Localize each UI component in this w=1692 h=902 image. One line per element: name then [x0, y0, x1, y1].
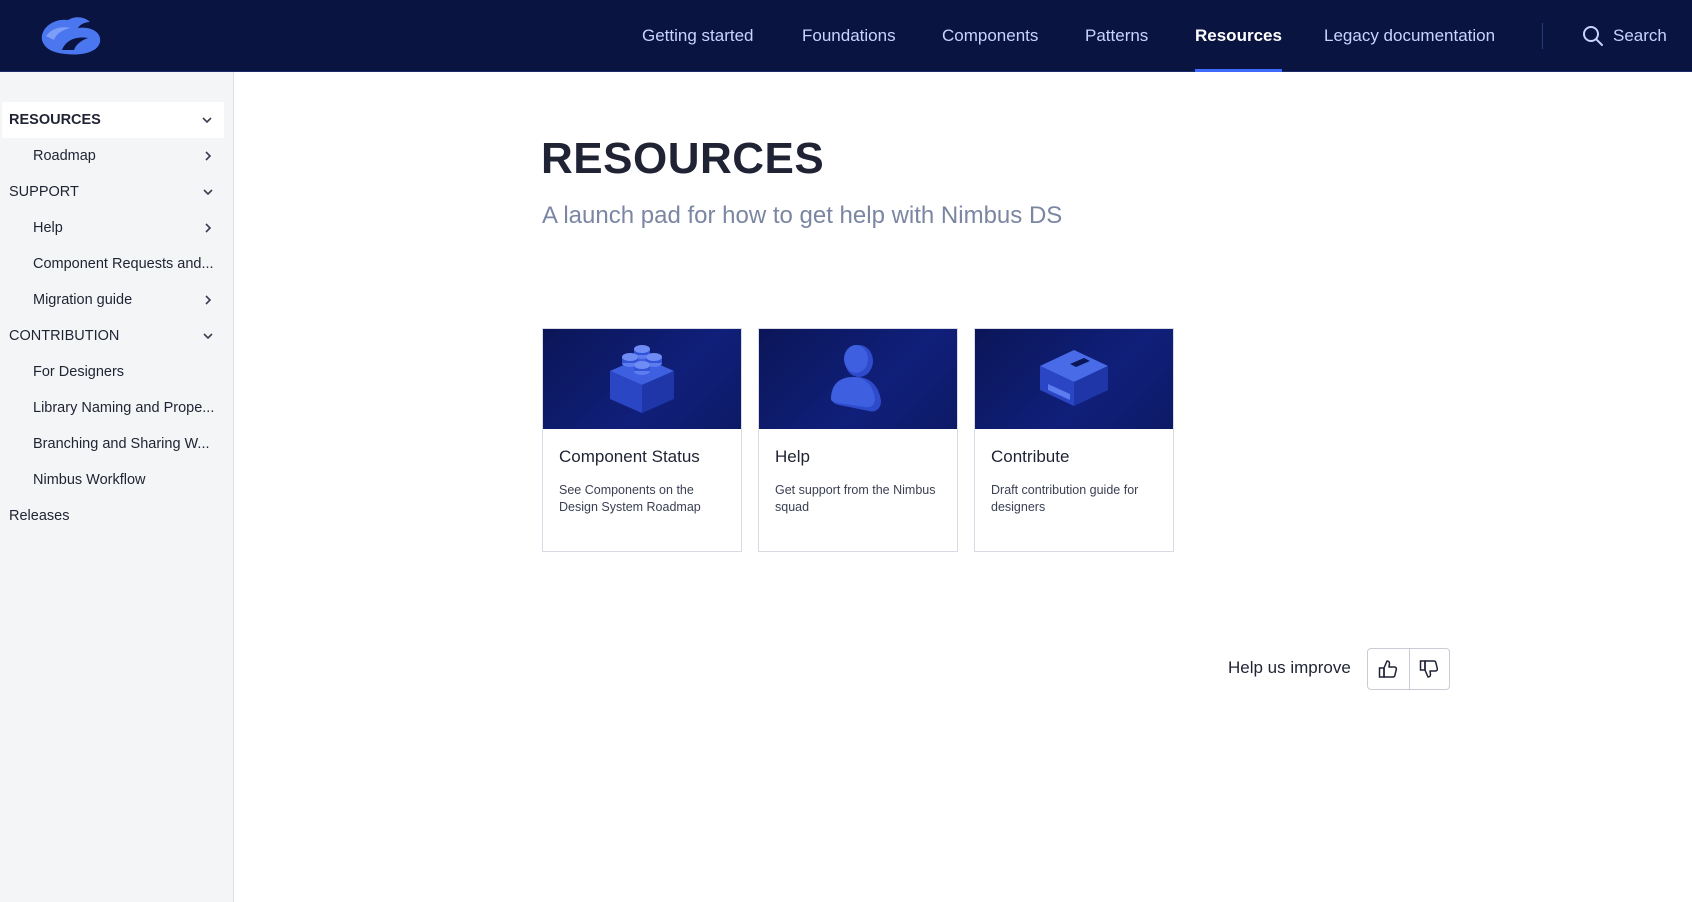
sidebar-item-label: Nimbus Workflow [33, 472, 146, 488]
chevron-down-icon [203, 333, 213, 340]
card-contribute[interactable]: Contribute Draft contribution guide for … [974, 328, 1174, 552]
sidebar-item-resources[interactable]: RESOURCES [2, 102, 224, 138]
chevron-right-icon [205, 295, 212, 305]
sidebar-item-label: Library Naming and Prope... [33, 400, 215, 416]
sidebar-item-label: Component Requests and... [33, 256, 214, 272]
page-subtitle: A launch pad for how to get help with Ni… [542, 202, 1063, 229]
search-label: Search [1613, 26, 1667, 45]
sidebar-item-branching-and-sharing[interactable]: Branching and Sharing W... [0, 426, 225, 462]
search-icon [1583, 26, 1603, 46]
sidebar-item-label: Help [33, 220, 63, 236]
sidebar-item-component-requests[interactable]: Component Requests and... [0, 246, 225, 282]
nav-foundations[interactable]: Foundations [802, 0, 896, 72]
sidebar-item-label: Releases [9, 508, 70, 524]
thumbs-down-icon [1420, 660, 1439, 678]
nav-getting-started[interactable]: Getting started [642, 0, 754, 72]
sidebar-item-label: RESOURCES [9, 112, 101, 128]
sidebar-item-label: Migration guide [33, 292, 133, 308]
chevron-right-icon [205, 151, 212, 161]
sidebar-item-label: SUPPORT [9, 184, 79, 200]
sidebar-item-library-naming[interactable]: Library Naming and Prope... [0, 390, 225, 426]
nav-legacy-documentation[interactable]: Legacy documentation [1324, 0, 1495, 72]
sidebar-item-label: For Designers [33, 364, 125, 380]
sidebar-item-label: Roadmap [33, 148, 96, 164]
lego-block-icon [610, 345, 674, 413]
sidebar-item-nimbus-workflow[interactable]: Nimbus Workflow [0, 462, 225, 498]
chevron-down-icon [202, 117, 212, 124]
thumbs-down-button[interactable] [1408, 649, 1450, 689]
sidebar-item-support[interactable]: SUPPORT [0, 174, 225, 210]
card-description: See Components on the Design System Road… [559, 483, 701, 514]
nav-patterns[interactable]: Patterns [1085, 0, 1148, 72]
card-description: Get support from the Nimbus squad [775, 483, 936, 514]
thumbs-up-icon [1379, 660, 1398, 678]
sidebar-item-for-designers[interactable]: For Designers [0, 354, 225, 390]
sidebar-item-migration-guide[interactable]: Migration guide [0, 282, 225, 318]
nav-divider [1542, 23, 1543, 49]
sidebar-item-help[interactable]: Help [0, 210, 225, 246]
card-title: Contribute [991, 447, 1070, 466]
sidebar: RESOURCES Roadmap SUPPORT Help Component… [0, 72, 234, 902]
search-button[interactable]: Search [1582, 0, 1667, 72]
card-description: Draft contribution guide for designers [991, 483, 1139, 514]
card-image [759, 329, 957, 429]
nimbus-logo-icon[interactable] [36, 14, 106, 58]
card-help[interactable]: Help Get support from the Nimbus squad [758, 328, 958, 552]
sidebar-item-roadmap[interactable]: Roadmap [0, 138, 225, 174]
thumbs-up-button[interactable] [1368, 649, 1409, 689]
card-component-status[interactable]: Component Status See Components on the D… [542, 328, 742, 552]
top-navigation-bar: Getting started Foundations Components P… [0, 0, 1692, 72]
person-icon [831, 345, 881, 412]
feedback-button-group [1367, 648, 1450, 690]
feedback-label: Help us improve [1228, 658, 1351, 677]
nav-components[interactable]: Components [942, 0, 1038, 72]
nav-resources[interactable]: Resources [1195, 0, 1282, 72]
chevron-down-icon [203, 189, 213, 196]
sidebar-item-releases[interactable]: Releases [0, 498, 225, 534]
chevron-right-icon [205, 223, 212, 233]
sidebar-item-label: Branching and Sharing W... [33, 436, 210, 452]
page-title: RESOURCES [541, 134, 825, 183]
sidebar-item-contribution[interactable]: CONTRIBUTION [0, 318, 225, 354]
sidebar-item-label: CONTRIBUTION [9, 328, 120, 344]
card-title: Component Status [559, 447, 700, 466]
card-image [543, 329, 741, 429]
card-title: Help [775, 447, 810, 466]
card-image [975, 329, 1173, 429]
box-icon [1040, 350, 1108, 406]
